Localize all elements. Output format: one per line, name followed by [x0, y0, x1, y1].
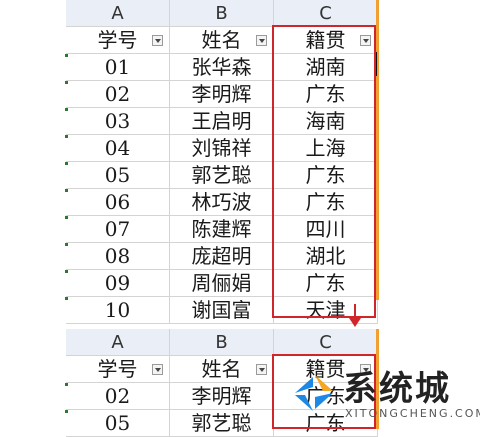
- table-cell[interactable]: 郭艺聪: [170, 162, 274, 189]
- table-cell[interactable]: 陈建辉: [170, 216, 274, 243]
- table-cell[interactable]: 03: [66, 108, 170, 135]
- table-cell[interactable]: 王启明: [170, 108, 274, 135]
- table-cell[interactable]: 林巧波: [170, 189, 274, 216]
- header-cell[interactable]: 学号: [66, 27, 170, 54]
- header-label: 姓名: [201, 357, 242, 381]
- row-marker: [65, 410, 68, 413]
- logo-icon: [295, 375, 333, 411]
- table-cell[interactable]: 周俪娟: [170, 270, 274, 297]
- column-header-c[interactable]: C: [274, 329, 378, 356]
- table-cell[interactable]: 郭艺聪: [170, 410, 274, 437]
- filter-dropdown-icon[interactable]: [152, 35, 163, 46]
- column-header-b[interactable]: B: [170, 0, 274, 27]
- header-cell[interactable]: 姓名: [170, 356, 274, 383]
- row-marker: [65, 135, 68, 138]
- column-header-c[interactable]: C: [274, 0, 378, 27]
- row-marker: [65, 383, 68, 386]
- table-cell[interactable]: 庞超明: [170, 243, 274, 270]
- filter-dropdown-icon[interactable]: [152, 364, 163, 375]
- watermark-title: 系统城: [343, 369, 451, 409]
- table-cell[interactable]: 01: [66, 54, 170, 81]
- header-label: 姓名: [201, 28, 242, 52]
- column-header-b[interactable]: B: [170, 329, 274, 356]
- row-marker: [65, 243, 68, 246]
- row-marker: [65, 162, 68, 165]
- table-cell[interactable]: 张华森: [170, 54, 274, 81]
- table-cell[interactable]: 02: [66, 383, 170, 410]
- table-cell[interactable]: 05: [66, 162, 170, 189]
- row-marker: [65, 189, 68, 192]
- highlight-box-top: [272, 25, 376, 318]
- row-marker: [65, 108, 68, 111]
- table-cell[interactable]: 10: [66, 297, 170, 324]
- column-header-a[interactable]: A: [66, 0, 170, 27]
- table-cell[interactable]: 谢国富: [170, 297, 274, 324]
- table-cell[interactable]: 08: [66, 243, 170, 270]
- filter-dropdown-icon[interactable]: [256, 35, 267, 46]
- row-marker: [65, 81, 68, 84]
- table-cell[interactable]: 09: [66, 270, 170, 297]
- header-label: 学号: [97, 357, 138, 381]
- table-cell[interactable]: 04: [66, 135, 170, 162]
- row-marker: [65, 54, 68, 57]
- row-marker: [65, 216, 68, 219]
- table-cell[interactable]: 06: [66, 189, 170, 216]
- table-cell[interactable]: 李明辉: [170, 383, 274, 410]
- table-cell[interactable]: 02: [66, 81, 170, 108]
- filter-dropdown-icon[interactable]: [256, 364, 267, 375]
- table-cell[interactable]: 05: [66, 410, 170, 437]
- selection-edge: [376, 0, 379, 300]
- table-cell[interactable]: 李明辉: [170, 81, 274, 108]
- header-label: 学号: [97, 28, 138, 52]
- arrowhead-icon: [349, 318, 361, 327]
- column-header-a[interactable]: A: [66, 329, 170, 356]
- row-marker: [65, 297, 68, 300]
- header-cell[interactable]: 姓名: [170, 27, 274, 54]
- watermark: 系统城 XITONGCHENG.COM: [285, 361, 480, 429]
- table-cell[interactable]: 07: [66, 216, 170, 243]
- header-cell[interactable]: 学号: [66, 356, 170, 383]
- row-marker: [65, 270, 68, 273]
- watermark-subtitle: XITONGCHENG.COM: [345, 407, 480, 420]
- table-cell[interactable]: 刘锦祥: [170, 135, 274, 162]
